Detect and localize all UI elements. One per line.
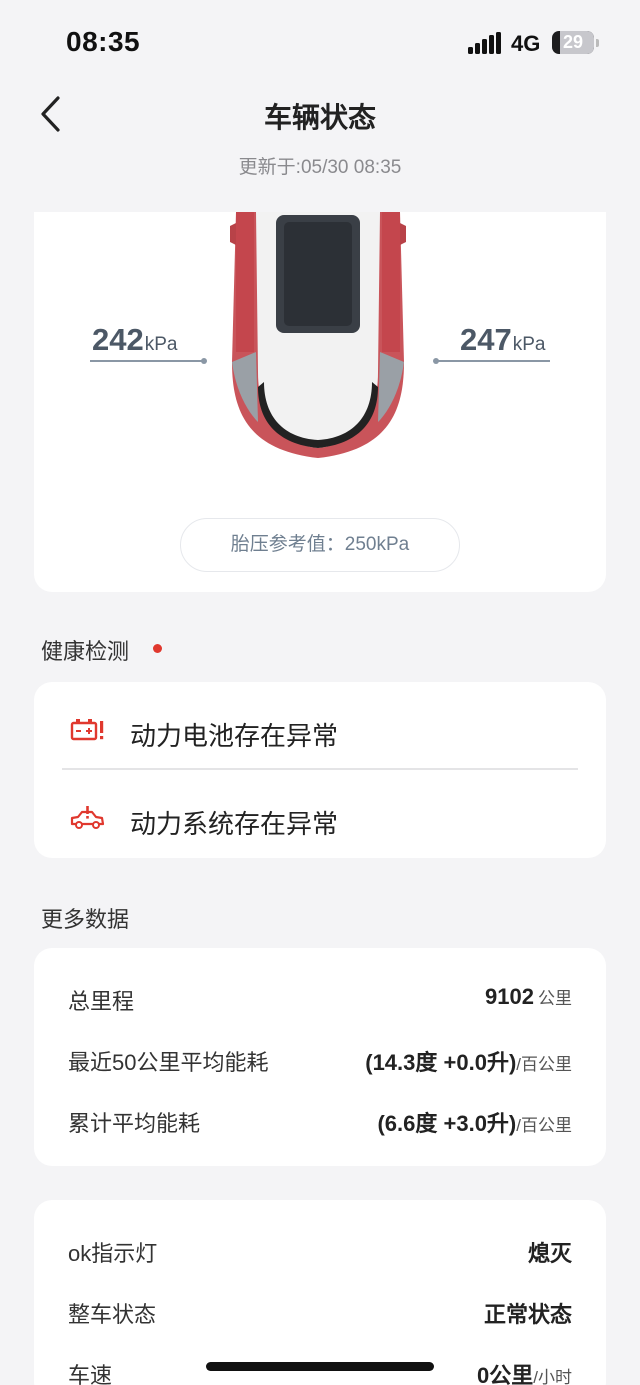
tire-pressure-card: 242kPa 247kPa 胎压参考值：250kPa (34, 212, 606, 592)
battery-tip (596, 39, 599, 47)
data-row-value: (6.6度 +3.0升)/百公里 (377, 1106, 572, 1138)
tire-reference-badge: 胎压参考值：250kPa (180, 518, 460, 572)
more-data-section-title: 更多数据 (41, 907, 130, 932)
value-text: 9102 (485, 984, 534, 1009)
value-text: 熄灭 (527, 1241, 572, 1266)
more-data-card: 总里程 9102 公里 最近50公里平均能耗 (14.3度 +0.0升)/百公里 … (34, 948, 606, 1166)
data-row-vehicle-state: 整车状态 正常状态 (34, 1293, 606, 1333)
tire-right-unit: kPa (512, 334, 546, 355)
network-type: 4G (511, 31, 541, 56)
data-row-value: 熄灭 (528, 1236, 572, 1268)
health-item-label: 动力电池存在异常 (130, 721, 339, 751)
unit-text: /百公里 (516, 1116, 572, 1135)
car-warning-icon (70, 806, 105, 829)
page-title: 车辆状态 (263, 102, 376, 133)
data-row-cumulative-consumption: 累计平均能耗 (6.6度 +3.0升)/百公里 (34, 1102, 606, 1142)
battery-level-text: 29 (562, 32, 584, 52)
health-item-battery[interactable]: 动力电池存在异常 (34, 682, 606, 768)
car-top-view-image (230, 212, 406, 458)
value-text: (6.6度 +3.0升) (377, 1111, 517, 1136)
value-text: (14.3度 +0.0升) (365, 1050, 517, 1075)
data-row-label: ok指示灯 (68, 1241, 158, 1266)
health-item-label: 动力系统存在异常 (130, 809, 339, 839)
data-row-recent-consumption: 最近50公里平均能耗 (14.3度 +0.0升)/百公里 (34, 1041, 606, 1081)
health-card: 动力电池存在异常 动力系统存在异常 (34, 682, 606, 858)
tire-left-pointer (90, 358, 207, 364)
home-indicator[interactable] (206, 1362, 434, 1371)
tire-left-value: 242 (92, 322, 144, 357)
tire-right-pointer (433, 358, 550, 364)
data-row-total-mileage: 总里程 9102 公里 (34, 980, 606, 1020)
tire-right-pressure: 247kPa (460, 322, 545, 358)
alert-dot (153, 644, 162, 653)
data-row-label: 车速 (68, 1363, 113, 1385)
tire-right-value: 247 (460, 322, 512, 357)
signal-icon (468, 32, 502, 54)
health-section-title: 健康检测 (41, 639, 130, 664)
update-time: 更新于:05/30 08:35 (238, 157, 402, 178)
tire-left-pressure: 242kPa (92, 322, 177, 358)
data-row-label: 最近50公里平均能耗 (68, 1050, 269, 1075)
unit-text: /百公里 (516, 1055, 572, 1074)
status-bar: 08:35 4G 29 (0, 0, 640, 80)
data-row-value: 9102 公里 (485, 984, 572, 1010)
battery-icon: 29 (552, 31, 594, 54)
data-row-label: 总里程 (68, 989, 135, 1014)
data-row-value: 正常状态 (484, 1297, 572, 1329)
unit-text: 公里 (538, 989, 572, 1008)
value-text: 0公里 (477, 1363, 534, 1385)
unit-text: /小时 (533, 1368, 572, 1385)
value-text: 正常状态 (483, 1302, 572, 1327)
health-item-powertrain[interactable]: 动力系统存在异常 (34, 770, 606, 856)
vehicle-status-card: ok指示灯 熄灭 整车状态 正常状态 车速 0公里/小时 (34, 1200, 606, 1385)
status-time: 08:35 (66, 26, 141, 57)
battery-warning-icon (70, 719, 104, 741)
data-row-label: 整车状态 (68, 1302, 157, 1327)
tire-left-unit: kPa (144, 334, 178, 355)
data-row-label: 累计平均能耗 (68, 1111, 201, 1136)
data-row-ok-indicator: ok指示灯 熄灭 (34, 1232, 606, 1272)
data-row-value: 0公里/小时 (477, 1358, 572, 1385)
data-row-value: (14.3度 +0.0升)/百公里 (365, 1045, 572, 1077)
